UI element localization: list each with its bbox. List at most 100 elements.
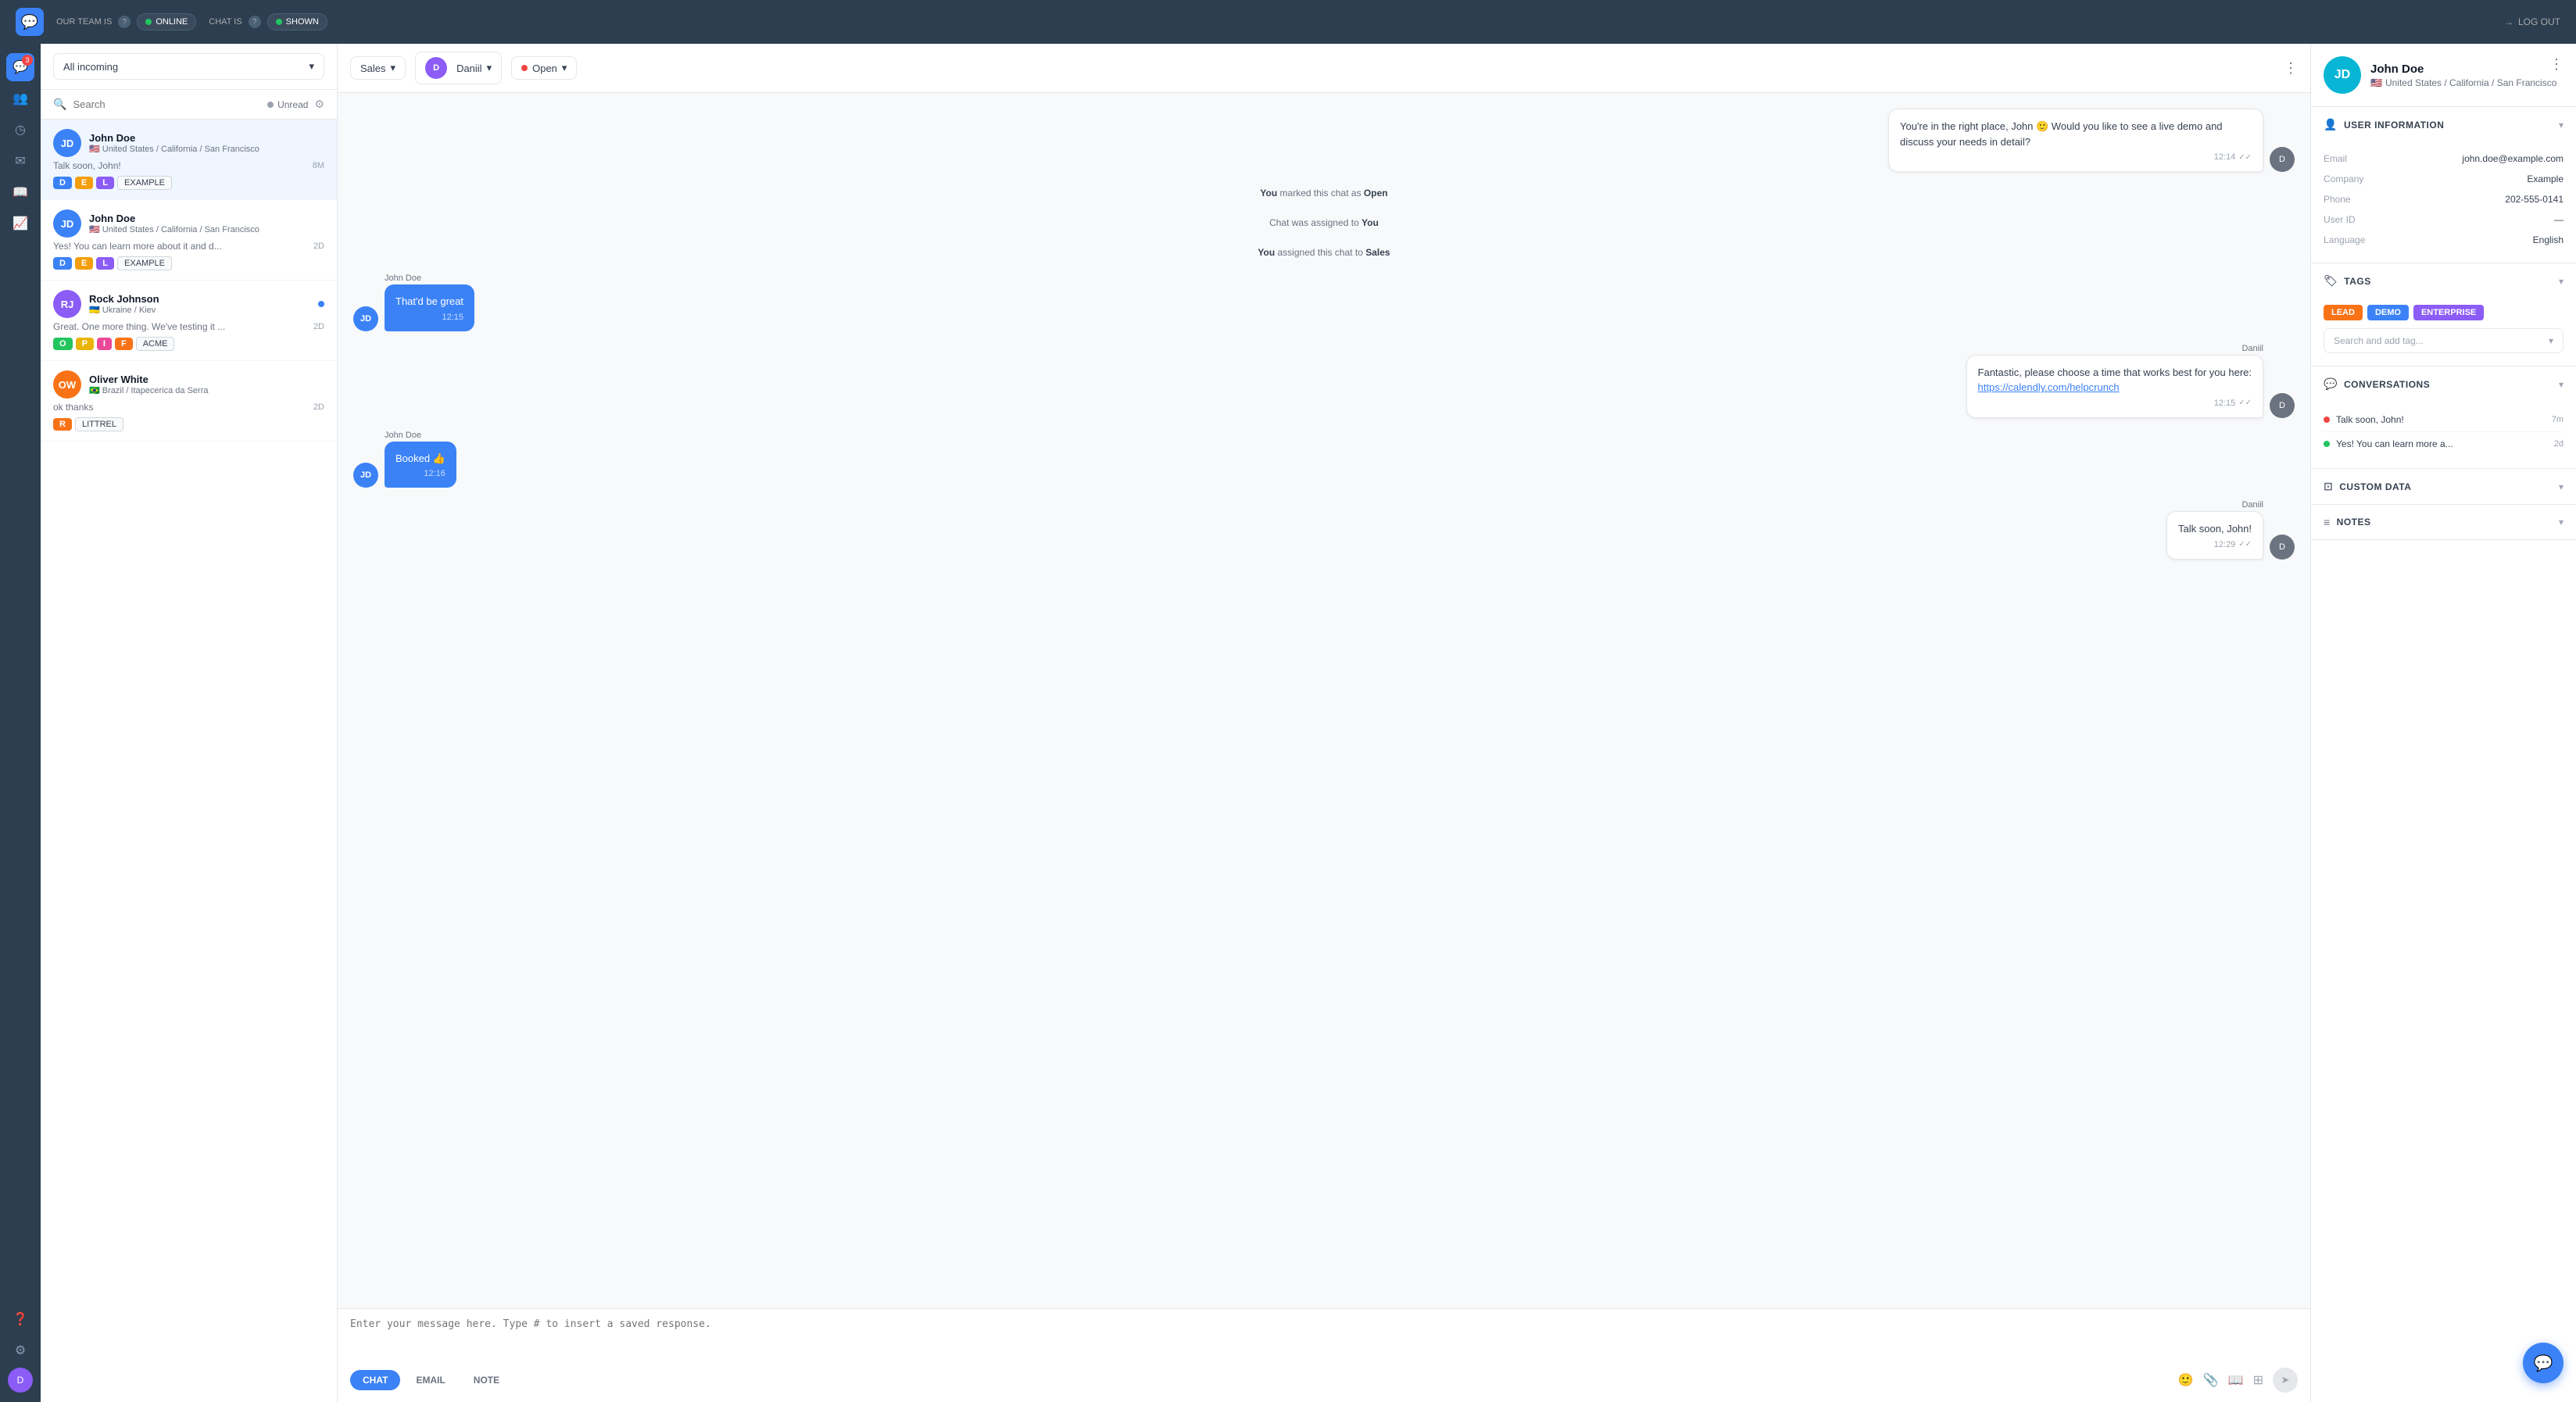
tag-label: LITTREL	[75, 417, 123, 431]
conv-name: John Doe	[89, 132, 324, 144]
agent-message-bubble: You're in the right place, John 🙂 Would …	[1888, 109, 2263, 172]
tag-enterprise[interactable]: ENTERPRISE	[2413, 305, 2484, 320]
main-layout: 💬 3 👥 ◷ ✉ 📖 📈 ❓ ⚙ D All incoming ▾ 🔍 Unr…	[0, 0, 2576, 1402]
team-online-badge[interactable]: ONLINE	[137, 13, 196, 30]
agent-select[interactable]: D Daniil ▾	[415, 52, 502, 84]
conversations-title: 💬 CONVERSATIONS	[2324, 377, 2430, 391]
conversations-content: Talk soon, John! 7m Yes! You can learn m…	[2311, 402, 2576, 468]
agent-message-row: Talk soon, John! 12:29 ✓✓ D	[353, 511, 2295, 560]
system-message: Chat was assigned to You	[353, 214, 2295, 231]
conv-panel-item[interactable]: Talk soon, John! 7m	[2324, 408, 2563, 432]
conversation-item[interactable]: OW Oliver White 🇧🇷 Brazil / Itapecerica …	[41, 361, 337, 442]
conv-location: 🇺🇸 United States / California / San Fran…	[89, 224, 324, 234]
nav-chat-icon[interactable]: 💬 3	[6, 53, 34, 81]
nav-analytics-icon[interactable]: 📈	[6, 209, 34, 238]
shown-dot	[276, 19, 282, 25]
conversation-item[interactable]: RJ Rock Johnson 🇺🇦 Ukraine / Kiev Great.…	[41, 281, 337, 361]
status-select[interactable]: Open ▾	[511, 56, 577, 80]
conv-name: Oliver White	[89, 374, 324, 385]
user-info-content: Email john.doe@example.com Company Examp…	[2311, 142, 2576, 263]
conversation-item[interactable]: JD John Doe 🇺🇸 United States / Californi…	[41, 120, 337, 200]
sidebar-settings-icon[interactable]: ⚙	[314, 98, 324, 111]
search-input[interactable]	[73, 98, 261, 110]
filter-select[interactable]: All incoming ▾	[53, 53, 324, 80]
conversation-item[interactable]: JD John Doe 🇺🇸 United States / Californi…	[41, 200, 337, 281]
conv-time: 8M	[313, 161, 324, 170]
contact-flag: 🇺🇸	[2370, 77, 2382, 88]
contact-location-text: United States / California / San Francis…	[2385, 77, 2556, 88]
send-button[interactable]: ➤	[2273, 1368, 2298, 1393]
nav-settings-icon[interactable]: ⚙	[6, 1336, 34, 1364]
conv-preview-text: Great. One more thing. We've testing it …	[53, 321, 307, 332]
chat-more-button[interactable]: ⋮	[2284, 60, 2298, 77]
conv-time: 2D	[313, 322, 324, 331]
tag-search-chevron-icon: ▾	[2549, 335, 2553, 346]
tags-section-header[interactable]: 🏷 TAGS ▾	[2311, 263, 2576, 299]
snippet-icon[interactable]: ⊞	[2253, 1372, 2263, 1388]
conversations-section-header[interactable]: 💬 CONVERSATIONS ▾	[2311, 367, 2576, 402]
nav-users-icon[interactable]: 👥	[6, 84, 34, 113]
contact-info: John Doe 🇺🇸 United States / California /…	[2370, 63, 2556, 88]
tags-content: LEAD DEMO ENTERPRISE Search and add tag.…	[2311, 299, 2576, 366]
system-message: You assigned this chat to Sales	[353, 244, 2295, 261]
user-info-title: 👤 USER INFORMATION	[2324, 118, 2444, 131]
email-tab[interactable]: EMAIL	[403, 1370, 457, 1390]
conv-info: Oliver White 🇧🇷 Brazil / Itapecerica da …	[89, 374, 324, 395]
nav-activity-icon[interactable]: ◷	[6, 116, 34, 144]
tag-pill: D	[53, 257, 72, 270]
nav-send-icon[interactable]: ✉	[6, 147, 34, 175]
info-row-userid: User ID —	[2324, 209, 2563, 230]
chat-tab[interactable]: CHAT	[350, 1370, 400, 1390]
knowledge-base-icon[interactable]: 📖	[2228, 1372, 2244, 1388]
chat-status-label: CHAT IS	[209, 17, 242, 27]
message-input[interactable]	[350, 1318, 2298, 1357]
tags-section: 🏷 TAGS ▾ LEAD DEMO ENTERPRISE Search and…	[2311, 263, 2576, 367]
notes-section-header[interactable]: ≡ NOTES ▾	[2311, 505, 2576, 539]
message-text: Fantastic, please choose a time that wor…	[1978, 365, 2252, 395]
tag-pill: R	[53, 418, 72, 431]
contact-more-button[interactable]: ⋮	[2549, 56, 2563, 73]
message-meta: 12:16	[395, 469, 445, 478]
user-message-avatar: JD	[353, 306, 378, 331]
chat-status-help-icon[interactable]: ?	[249, 16, 261, 28]
info-row-language: Language English	[2324, 230, 2563, 250]
conv-info: John Doe 🇺🇸 United States / California /…	[89, 132, 324, 154]
custom-data-section-header[interactable]: ⊡ CUSTOM DATA ▾	[2311, 469, 2576, 504]
calendly-link[interactable]: https://calendly.com/helpcrunch	[1978, 381, 2120, 393]
channel-select[interactable]: Sales ▾	[350, 56, 406, 80]
note-tab[interactable]: NOTE	[461, 1370, 512, 1390]
floating-chat-button[interactable]: 💬	[2523, 1343, 2563, 1383]
language-value: English	[2533, 234, 2563, 245]
info-row-phone: Phone 202-555-0141	[2324, 189, 2563, 209]
tag-pill: P	[76, 338, 94, 350]
tags-title: 🏷 TAGS	[2324, 274, 2371, 288]
conv-panel-item[interactable]: Yes! You can learn more a... 2d	[2324, 432, 2563, 456]
info-row-email: Email john.doe@example.com	[2324, 148, 2563, 169]
team-status-help-icon[interactable]: ?	[118, 16, 131, 28]
nav-book-icon[interactable]: 📖	[6, 178, 34, 206]
conv-item-header: JD John Doe 🇺🇸 United States / Californi…	[53, 129, 324, 157]
tag-lead[interactable]: LEAD	[2324, 305, 2363, 320]
chat-shown-badge[interactable]: SHOWN	[267, 13, 327, 30]
conv-tags: D E L EXAMPLE	[53, 176, 324, 190]
nav-user-avatar[interactable]: D	[8, 1368, 33, 1393]
custom-data-section: ⊡ CUSTOM DATA ▾	[2311, 469, 2576, 505]
custom-data-chevron-icon: ▾	[2559, 481, 2563, 492]
conv-time: 2D	[313, 402, 324, 412]
user-message-bubble: That'd be great 12:15	[385, 284, 474, 331]
logout-button[interactable]: → LOG OUT	[2504, 16, 2560, 27]
tag-demo[interactable]: DEMO	[2367, 305, 2409, 320]
user-info-section-header[interactable]: 👤 USER INFORMATION ▾	[2311, 107, 2576, 142]
emoji-icon[interactable]: 🙂	[2178, 1372, 2194, 1388]
tag-search[interactable]: Search and add tag... ▾	[2324, 328, 2563, 353]
attachment-icon[interactable]: 📎	[2203, 1372, 2219, 1388]
nav-help-icon[interactable]: ❓	[6, 1305, 34, 1333]
tag-search-placeholder: Search and add tag...	[2334, 335, 2424, 346]
message-meta: 12:14 ✓✓	[1900, 152, 2252, 162]
agent-message-row: You're in the right place, John 🙂 Would …	[353, 109, 2295, 172]
contact-panel: JD John Doe 🇺🇸 United States / Californi…	[2310, 44, 2576, 1402]
chat-input-area: CHAT EMAIL NOTE 🙂 📎 📖 ⊞ ➤	[338, 1308, 2310, 1402]
conv-item-header: JD John Doe 🇺🇸 United States / Californi…	[53, 209, 324, 238]
logo[interactable]: 💬	[16, 8, 44, 36]
message-time: 12:16	[424, 469, 445, 478]
